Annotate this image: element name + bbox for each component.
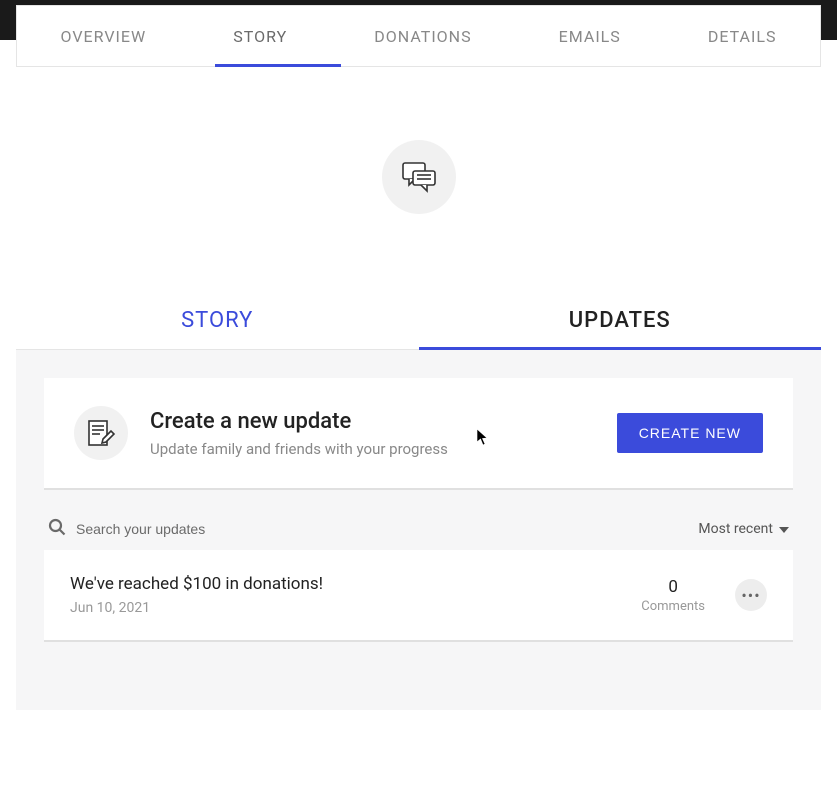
sort-dropdown[interactable]: Most recent bbox=[698, 521, 789, 537]
update-item-date: Jun 10, 2021 bbox=[70, 600, 323, 616]
update-more-button[interactable]: ••• bbox=[735, 579, 767, 611]
tab-donations[interactable]: DONATIONS bbox=[366, 6, 479, 66]
create-update-title: Create a new update bbox=[150, 409, 595, 434]
document-edit-icon bbox=[74, 406, 128, 460]
chat-bubbles-icon bbox=[382, 140, 456, 214]
search-sort-row: Most recent bbox=[44, 518, 793, 550]
create-update-card: Create a new update Update family and fr… bbox=[44, 378, 793, 490]
tab-details[interactable]: DETAILS bbox=[700, 6, 785, 66]
update-item-title: We've reached $100 in donations! bbox=[70, 574, 323, 594]
sort-label: Most recent bbox=[698, 521, 773, 537]
tab-emails[interactable]: EMAILS bbox=[551, 6, 629, 66]
update-comments-label: Comments bbox=[641, 599, 705, 614]
more-horizontal-icon: ••• bbox=[741, 586, 760, 605]
search-input[interactable] bbox=[76, 521, 276, 537]
update-comments: 0 Comments bbox=[641, 577, 705, 614]
active-tab-indicator bbox=[215, 64, 341, 67]
main-nav: OVERVIEW STORY DONATIONS EMAILS DETAILS bbox=[16, 5, 821, 67]
create-update-subtitle: Update family and friends with your prog… bbox=[150, 440, 595, 458]
create-update-text: Create a new update Update family and fr… bbox=[150, 409, 595, 458]
update-item-meta: 0 Comments ••• bbox=[641, 577, 767, 614]
create-new-button[interactable]: CREATE NEW bbox=[617, 413, 763, 453]
search-icon bbox=[48, 518, 66, 540]
search-updates[interactable] bbox=[48, 518, 276, 540]
update-item[interactable]: We've reached $100 in donations! Jun 10,… bbox=[44, 550, 793, 642]
sub-tab-bar: STORY UPDATES bbox=[16, 294, 821, 350]
tab-story[interactable]: STORY bbox=[225, 6, 295, 66]
chevron-down-icon bbox=[779, 521, 789, 537]
subtab-story[interactable]: STORY bbox=[16, 294, 419, 349]
updates-panel: Create a new update Update family and fr… bbox=[16, 350, 821, 710]
hero-icon-section bbox=[0, 140, 837, 214]
subtab-updates[interactable]: UPDATES bbox=[419, 294, 822, 350]
tab-overview[interactable]: OVERVIEW bbox=[53, 6, 155, 66]
update-comments-count: 0 bbox=[641, 577, 705, 597]
update-item-main: We've reached $100 in donations! Jun 10,… bbox=[70, 574, 323, 616]
